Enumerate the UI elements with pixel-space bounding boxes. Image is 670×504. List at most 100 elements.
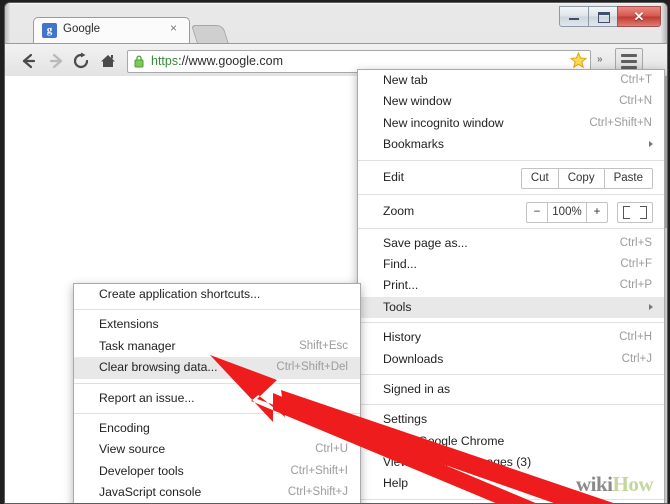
menu-item-shortcut: Ctrl+Shift+J — [287, 486, 348, 499]
menu-item-label: Report an issue... — [99, 390, 195, 405]
maximize-button[interactable] — [588, 6, 618, 27]
forward-arrow-icon[interactable] — [45, 52, 67, 70]
menu-item-new-window[interactable]: New window Ctrl+N — [358, 91, 664, 112]
tab-strip: g Google × ✕ — [5, 3, 667, 44]
back-arrow-icon[interactable] — [18, 52, 40, 70]
menu-item-javascript-console[interactable]: JavaScript console Ctrl+Shift+J — [74, 482, 360, 503]
menu-item-label: Clear browsing data... — [99, 360, 218, 375]
close-window-button[interactable]: ✕ — [617, 6, 661, 27]
menu-item-label: Help — [383, 476, 409, 491]
menu-item-downloads[interactable]: Downloads Ctrl+J — [358, 349, 664, 370]
menu-item-label: Extensions — [99, 317, 159, 332]
menu-item-shortcut: Ctrl+T — [620, 74, 652, 86]
cut-button[interactable]: Cut — [520, 167, 559, 189]
menu-item-label: New tab — [383, 73, 428, 87]
menu-item-label: Task manager — [99, 338, 176, 353]
menu-item-label: View background pages (3) — [383, 455, 532, 470]
menu-item-edit: Edit Cut Copy Paste — [358, 165, 664, 190]
menu-item-about-google-chrome[interactable]: About Google Chrome — [358, 431, 664, 452]
zoom-in-button[interactable]: + — [587, 201, 608, 223]
menu-item-find[interactable]: Find... Ctrl+F — [358, 254, 664, 275]
fullscreen-button[interactable] — [617, 201, 653, 223]
menu-item-shortcut: Ctrl+J — [621, 352, 652, 365]
menu-item-view-background-pages-3[interactable]: View background pages (3) — [358, 452, 664, 473]
menu-item-label: Developer tools — [99, 463, 184, 478]
menu-item-bookmarks[interactable]: Bookmarks — [358, 134, 664, 155]
menu-item-task-manager[interactable]: Task manager Shift+Esc — [74, 336, 360, 357]
menu-item-shortcut: Ctrl+U — [315, 443, 348, 456]
menu-item-shortcut: Ctrl+F — [620, 257, 652, 270]
menu-item-settings[interactable]: Settings — [358, 409, 664, 430]
menu-item-label: Save page as... — [383, 235, 468, 250]
tab-close-icon[interactable]: × — [167, 22, 180, 35]
menu-item-label: Edit — [383, 169, 405, 184]
reload-icon[interactable] — [70, 52, 92, 70]
menu-item-tools[interactable]: Tools — [358, 296, 664, 319]
menu-item-history[interactable]: History Ctrl+H — [358, 327, 664, 348]
wikihow-watermark: wikiHow — [576, 472, 654, 497]
menu-item-label: Create application shortcuts... — [99, 287, 261, 301]
menu-item-shortcut: Ctrl+Shift+I — [290, 464, 348, 477]
google-favicon: g — [42, 23, 57, 38]
menu-item-extensions[interactable]: Extensions — [74, 314, 360, 335]
menu-item-shortcut: Shift+Esc — [299, 339, 348, 352]
zoom-level-value: 100% — [548, 201, 587, 223]
window-caption-buttons: ✕ — [559, 6, 661, 27]
menu-item-label: Bookmarks — [383, 137, 444, 152]
menu-item-view-source[interactable]: View source Ctrl+U — [74, 439, 360, 460]
menu-separator — [358, 404, 664, 406]
star-bookmark-icon[interactable] — [569, 51, 588, 69]
menu-item-label: Tools — [383, 299, 412, 314]
chevron-right-icon — [649, 303, 653, 310]
menu-separator — [74, 412, 360, 414]
menu-item-new-incognito-window[interactable]: New incognito window Ctrl+Shift+N — [358, 113, 664, 134]
zoom-out-button[interactable]: − — [526, 201, 548, 223]
menu-item-label: Signed in as — [383, 381, 451, 396]
menu-item-label: Downloads — [383, 351, 444, 366]
menu-item-label: Settings — [383, 412, 428, 427]
menu-item-label: Find... — [383, 256, 417, 271]
tab-title: Google — [63, 23, 101, 35]
menu-separator — [74, 309, 360, 311]
browser-window: g Google × ✕ https://www.google.com » Ne… — [4, 2, 668, 504]
menu-item-label: View source — [99, 442, 166, 457]
menu-item-clear-browsing-data[interactable]: Clear browsing data... Ctrl+Shift+Del — [74, 357, 360, 379]
menu-item-shortcut: Ctrl+P — [619, 279, 652, 292]
new-tab-button[interactable] — [190, 25, 230, 44]
menu-item-report-an-issue[interactable]: Report an issue... — [74, 388, 360, 409]
close-icon: ✕ — [633, 9, 645, 24]
menu-item-signed-in-as[interactable]: Signed in as — [358, 379, 664, 400]
menu-separator — [358, 322, 664, 324]
watermark-part-b: How — [612, 472, 654, 496]
menu-separator — [358, 159, 664, 161]
menu-item-create-application-shortcuts[interactable]: Create application shortcuts... — [74, 284, 360, 305]
menu-separator — [74, 382, 360, 384]
paste-button[interactable]: Paste — [604, 167, 653, 189]
menu-item-zoom: Zoom −100% + — [358, 199, 664, 224]
home-icon[interactable] — [97, 52, 119, 70]
menu-separator — [358, 373, 664, 375]
url-scheme: https — [151, 54, 179, 68]
menu-item-encoding[interactable]: Encoding — [74, 418, 360, 439]
copy-button[interactable]: Copy — [558, 167, 605, 189]
url-host: ://www.google.com — [178, 54, 284, 68]
menu-item-developer-tools[interactable]: Developer tools Ctrl+Shift+I — [74, 461, 360, 482]
tools-submenu: Create application shortcuts... Extension… — [73, 283, 361, 503]
minimize-button[interactable] — [559, 6, 589, 27]
menu-item-label: About Google Chrome — [383, 433, 505, 448]
chrome-main-menu: New tab Ctrl+T New window Ctrl+N New incogni… — [357, 69, 665, 503]
overflow-chevron-icon[interactable]: » — [597, 54, 603, 65]
menu-item-label: Print... — [383, 278, 419, 293]
menu-separator — [358, 193, 664, 195]
menu-item-label: Zoom — [383, 203, 415, 218]
menu-item-label: JavaScript console — [99, 485, 202, 500]
lock-icon — [134, 55, 144, 68]
menu-item-save-page-as[interactable]: Save page as... Ctrl+S — [358, 233, 664, 254]
menu-item-new-tab[interactable]: New tab Ctrl+T — [358, 70, 664, 91]
menu-item-label: Encoding — [99, 420, 150, 435]
tab-google[interactable]: g Google × — [33, 17, 190, 44]
menu-item-print[interactable]: Print... Ctrl+P — [358, 275, 664, 296]
menu-item-shortcut: Ctrl+S — [619, 236, 652, 249]
menu-item-label: New window — [383, 94, 452, 109]
screenshot-root: g Google × ✕ https://www.google.com » Ne… — [0, 0, 670, 504]
